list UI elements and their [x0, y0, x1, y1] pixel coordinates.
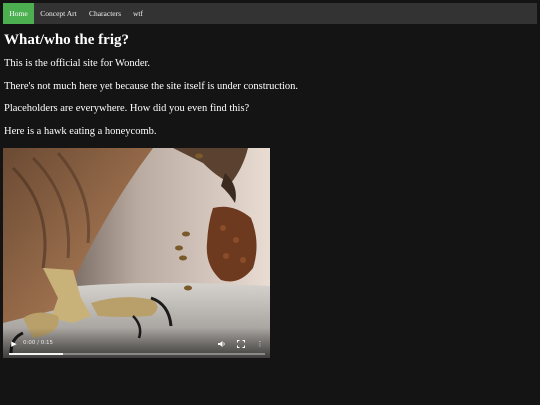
construction-paragraph: There's not much here yet because the si…	[4, 81, 299, 92]
placeholder-paragraph: Placeholders are everywhere. How did you…	[4, 103, 250, 114]
video-controls: ▶ 0:00 / 0:15 ⋮	[3, 328, 270, 358]
top-navigation: Home Concept Art Characters wtf	[3, 3, 537, 24]
video-buffered-fill	[9, 353, 63, 355]
video-time: 0:00 / 0:15	[23, 340, 54, 346]
video-progress-bar[interactable]	[9, 353, 265, 355]
intro-paragraph: This is the official site for Wonder.	[4, 58, 151, 69]
main-content: What/who the frig? This is the official …	[4, 30, 534, 137]
nav-item-concept-art[interactable]: Concept Art	[34, 3, 83, 24]
volume-icon[interactable]	[217, 339, 227, 349]
video-player[interactable]: ▶ 0:00 / 0:15 ⋮	[3, 148, 270, 358]
page-title: What/who the frig?	[4, 32, 129, 48]
hawk-caption: Here is a hawk eating a honeycomb.	[4, 126, 157, 137]
more-options-icon[interactable]: ⋮	[255, 339, 265, 349]
nav-item-home[interactable]: Home	[3, 3, 34, 24]
nav-item-characters[interactable]: Characters	[83, 3, 127, 24]
fullscreen-icon[interactable]	[236, 339, 246, 349]
play-icon[interactable]: ▶	[9, 339, 19, 349]
video-frame-hawk	[3, 148, 270, 358]
nav-item-wtf[interactable]: wtf	[127, 3, 149, 24]
